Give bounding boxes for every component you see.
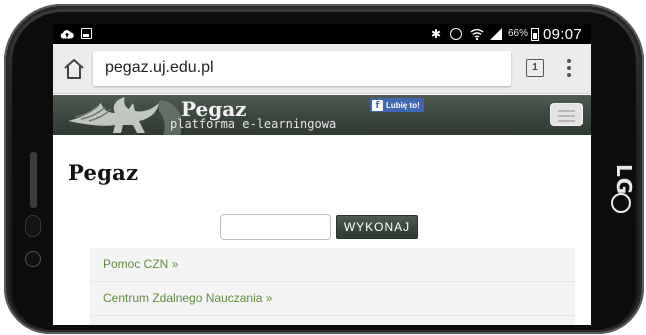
hamburger-menu-button[interactable] (550, 103, 583, 126)
link-item-pomoc-czn[interactable]: Pomoc CZN » (90, 248, 575, 282)
brand-tagline: platforma e-learningowa (170, 117, 337, 131)
link-item-centrum-zdalnego-nauczania[interactable]: Centrum Zdalnego Nauczania » (90, 282, 575, 316)
bluetooth-icon: ✱ (431, 27, 442, 41)
menu-dot-icon (567, 59, 571, 63)
links-list: Pomoc CZN » Centrum Zdalnego Nauczania » (90, 248, 575, 325)
page-title: Pegaz (68, 160, 139, 185)
status-time: 09:07 (543, 26, 583, 43)
phone-sensor (26, 252, 40, 266)
status-bar: ✱ 66% 09:07 (53, 24, 591, 44)
wifi-icon (470, 29, 484, 41)
signal-strength-icon (490, 28, 502, 40)
browser-toolbar: pegaz.uj.edu.pl 1 (53, 44, 591, 94)
cloud-upload-icon (60, 30, 74, 39)
home-icon[interactable] (61, 56, 87, 82)
lg-logo: LG (604, 164, 644, 216)
facebook-like-button[interactable]: f Lubię to! (370, 98, 424, 112)
search-input[interactable] (220, 214, 331, 240)
screenshot-notification-icon (81, 28, 92, 39)
pegasus-logo-icon[interactable] (63, 95, 183, 135)
alarm-icon (450, 28, 462, 40)
menu-dot-icon (567, 66, 571, 70)
submit-button[interactable]: WYKONAJ (336, 215, 418, 239)
battery-percent: 66% (508, 28, 529, 39)
phone-side-key (30, 152, 37, 208)
site-header: Pegaz platforma e-learningowa f Lubię to… (53, 95, 591, 135)
facebook-like-label: Lubię to! (386, 100, 420, 110)
lg-logo-text: LG (612, 164, 636, 196)
menu-dot-icon (567, 73, 571, 77)
hamburger-line-icon (558, 115, 575, 117)
tab-switcher-button[interactable]: 1 (526, 59, 544, 77)
phone-power-key (26, 216, 40, 236)
hamburger-line-icon (558, 110, 575, 112)
battery-icon (531, 28, 539, 41)
browser-menu-button[interactable] (563, 57, 575, 79)
lg-logo-circle-icon (611, 193, 631, 213)
phone-screen: ✱ 66% 09:07 pegaz.uj.edu.pl 1 Pegaz plat… (53, 24, 591, 325)
facebook-icon: f (372, 99, 383, 111)
hamburger-line-icon (558, 120, 575, 122)
list-item[interactable] (90, 316, 575, 325)
url-address-field[interactable]: pegaz.uj.edu.pl (93, 51, 511, 86)
